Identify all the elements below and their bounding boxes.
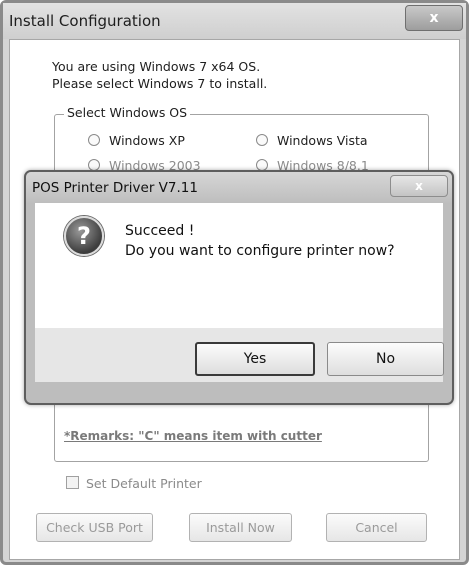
checkbox-icon — [66, 476, 79, 489]
window-titlebar[interactable]: Install Configuration x — [3, 3, 466, 39]
question-icon: ? — [64, 216, 104, 256]
dialog-message-line-2: Do you want to configure printer now? — [125, 243, 395, 259]
pos-printer-driver-dialog: POS Printer Driver V7.11 x ? Succeed ! D… — [24, 170, 454, 405]
radio-windows-xp[interactable]: Windows XP — [88, 133, 185, 148]
os-info-line-1: You are using Windows 7 x64 OS. — [52, 59, 261, 74]
no-button[interactable]: No — [327, 342, 444, 376]
radio-circle-icon — [256, 134, 268, 146]
select-os-group-label: Select Windows OS — [64, 105, 191, 120]
close-icon: x — [429, 10, 439, 26]
check-usb-port-button[interactable]: Check USB Port — [36, 513, 153, 542]
set-default-printer-checkbox[interactable]: Set Default Printer — [66, 476, 202, 491]
window-title: Install Configuration — [9, 12, 161, 30]
remarks-text: *Remarks: "C" means item with cutter — [64, 429, 322, 443]
dialog-close-button[interactable]: x — [390, 175, 448, 197]
dialog-titlebar[interactable]: POS Printer Driver V7.11 x — [26, 172, 452, 204]
window-close-button[interactable]: x — [405, 5, 463, 31]
set-default-printer-label: Set Default Printer — [86, 476, 202, 491]
cancel-button[interactable]: Cancel — [326, 513, 427, 542]
radio-label: Windows Vista — [277, 133, 368, 148]
install-now-button[interactable]: Install Now — [189, 513, 292, 542]
yes-button[interactable]: Yes — [195, 342, 315, 376]
dialog-message-line-1: Succeed ! — [125, 223, 195, 239]
close-icon: x — [415, 179, 423, 193]
dialog-title: POS Printer Driver V7.11 — [32, 180, 198, 196]
radio-label: Windows XP — [109, 133, 185, 148]
radio-circle-icon — [88, 134, 100, 146]
radio-windows-vista[interactable]: Windows Vista — [256, 133, 368, 148]
os-info-text: You are using Windows 7 x64 OS. Please s… — [52, 58, 267, 92]
dialog-message: Succeed ! Do you want to configure print… — [125, 221, 395, 261]
os-info-line-2: Please select Windows 7 to install. — [52, 76, 268, 91]
